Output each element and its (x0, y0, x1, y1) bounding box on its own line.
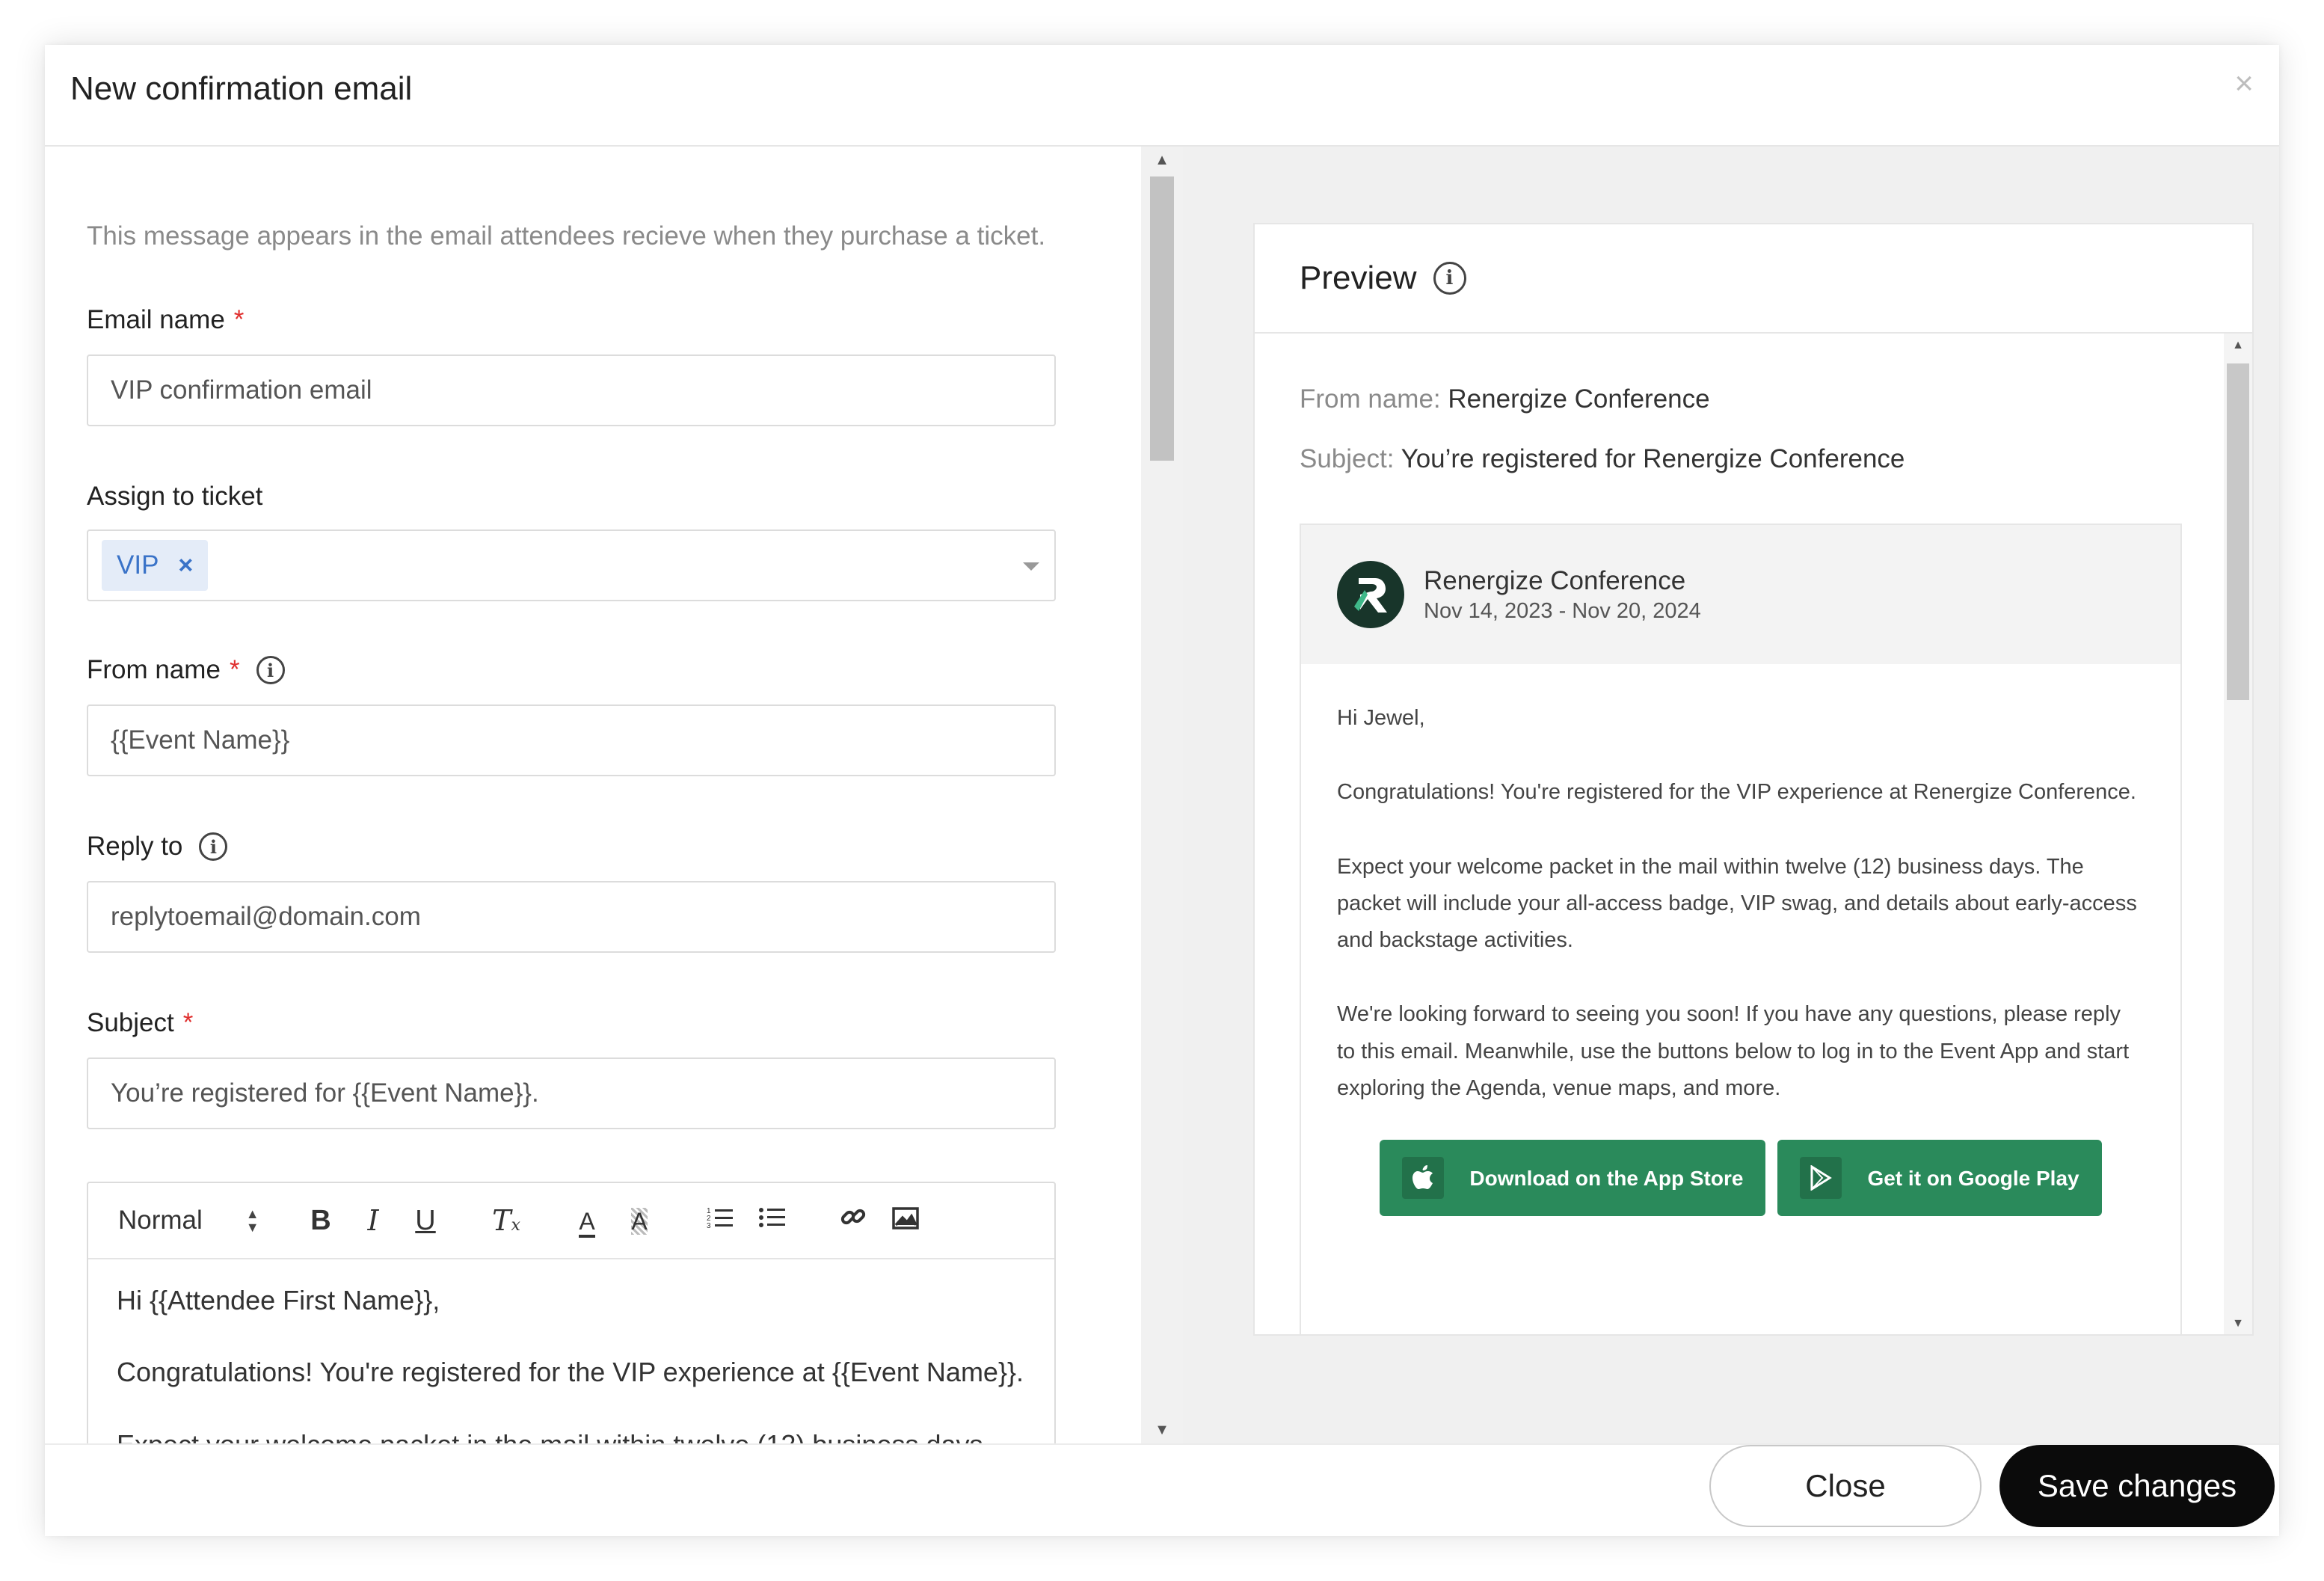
scroll-down-arrow-icon[interactable]: ▼ (2224, 1318, 2252, 1330)
required-marker: * (233, 305, 245, 334)
org-name: Renergize Conference (1424, 565, 1686, 595)
email-editor-modal: New confirmation email × This message ap… (45, 45, 2279, 1536)
email-name-value: VIP confirmation email (111, 375, 372, 405)
reply-to-label-text: Reply to (87, 832, 183, 861)
image-icon[interactable] (879, 1205, 932, 1237)
preview-scrollbar[interactable]: ▲ ▼ (2224, 334, 2252, 1334)
app-store-button[interactable]: Download on the App Store (1380, 1140, 1766, 1217)
email-paragraph: We're looking forward to seeing you soon… (1337, 1002, 2130, 1101)
italic-icon[interactable]: I (347, 1204, 399, 1237)
editor-line: Expect your welcome packet in the mail w… (117, 1426, 1026, 1443)
scroll-up-arrow-icon[interactable]: ▲ (2224, 340, 2252, 351)
subject-label-text: Subject (87, 1008, 174, 1037)
reply-to-input[interactable]: replytoemail@domain.com (87, 881, 1056, 953)
assign-ticket-label-text: Assign to ticket (87, 482, 263, 511)
subject-value: You’re registered for {{Event Name}}. (111, 1078, 539, 1108)
rich-text-editor[interactable]: Normal ▲ ▼ B I U Tx A A 123 Hi {{Attende… (87, 1182, 1056, 1443)
bold-icon[interactable]: B (295, 1205, 347, 1237)
email-paragraph: Expect your welcome packet in the mail w… (1337, 854, 2137, 953)
preview-from-line: From name: Renergize Conference (1300, 384, 1710, 414)
scroll-up-arrow-icon[interactable]: ▲ (1141, 153, 1183, 168)
editor-toolbar: Normal ▲ ▼ B I U Tx A A 123 (88, 1183, 1054, 1259)
modal-footer: Close Save changes (45, 1443, 2279, 1536)
from-value: Renergize Conference (1448, 384, 1710, 414)
preview-header: Preview i (1255, 224, 2252, 334)
modal-header: New confirmation email × (45, 45, 2279, 147)
from-name-input[interactable]: {{Event Name}} (87, 704, 1056, 776)
close-button[interactable]: Close (1709, 1445, 1982, 1527)
save-changes-button[interactable]: Save changes (1999, 1445, 2275, 1527)
google-play-label: Get it on Google Play (1867, 1166, 2079, 1190)
scrollbar-thumb[interactable] (1150, 176, 1174, 461)
bullet-list-icon[interactable] (746, 1205, 799, 1237)
event-logo (1337, 561, 1404, 628)
email-preview: Renergize Conference Nov 14, 2023 - Nov … (1300, 524, 2182, 1334)
from-name-value: {{Event Name}} (111, 725, 290, 755)
highlight-icon[interactable]: A (613, 1205, 665, 1237)
assign-ticket-label: Assign to ticket (87, 482, 262, 512)
reply-to-label: Reply to i (87, 832, 228, 862)
editor-line: Congratulations! You're registered for t… (117, 1357, 1024, 1388)
preview-title: Preview (1300, 260, 1417, 296)
format-select[interactable]: Normal ▲ ▼ (118, 1206, 295, 1235)
chevron-down-icon[interactable] (1023, 562, 1039, 571)
editor-line: Hi {{Attendee First Name}}, (117, 1285, 440, 1316)
from-label: From name: (1300, 384, 1441, 414)
email-body: Hi Jewel, Congratulations! You're regist… (1301, 664, 2180, 1252)
app-store-label: Download on the App Store (1469, 1166, 1744, 1190)
from-name-label-text: From name (87, 655, 221, 684)
play-store-icon (1800, 1157, 1842, 1200)
subject-label: Subject: (1300, 444, 1395, 473)
info-icon[interactable]: i (1433, 262, 1466, 295)
link-icon[interactable] (827, 1203, 879, 1238)
scrollbar-thumb[interactable] (2227, 363, 2249, 700)
apple-icon (1402, 1157, 1445, 1200)
email-org-info: Renergize Conference Nov 14, 2023 - Nov … (1424, 566, 1701, 624)
scroll-down-arrow-icon[interactable]: ▼ (1141, 1422, 1183, 1437)
email-form: This message appears in the email attend… (45, 147, 1141, 1443)
form-intro: This message appears in the email attend… (87, 221, 1046, 251)
ordered-list-icon[interactable]: 123 (694, 1205, 746, 1237)
subject-value: You’re registered for Renergize Conferen… (1401, 444, 1905, 473)
email-name-label-text: Email name (87, 305, 225, 334)
email-header: Renergize Conference Nov 14, 2023 - Nov … (1301, 525, 2180, 664)
email-name-input[interactable]: VIP confirmation email (87, 354, 1056, 426)
event-dates: Nov 14, 2023 - Nov 20, 2024 (1424, 598, 1701, 623)
info-icon[interactable]: i (199, 832, 228, 861)
email-paragraph: Congratulations! You're registered for t… (1337, 780, 2136, 805)
ticket-tag-vip: VIP × (102, 540, 209, 591)
preview-card: Preview i From name: Renergize Conferenc… (1253, 223, 2254, 1336)
email-name-label: Email name * (87, 305, 244, 335)
modal-title: New confirmation email (70, 70, 413, 107)
google-play-button[interactable]: Get it on Google Play (1777, 1140, 2102, 1217)
app-store-buttons: Download on the App Store Get it on Goog… (1337, 1140, 2145, 1217)
svg-text:3: 3 (707, 1222, 711, 1230)
remove-tag-icon[interactable]: × (178, 551, 193, 580)
underline-icon[interactable]: U (399, 1205, 452, 1237)
close-icon[interactable]: × (2234, 67, 2254, 100)
required-marker: * (229, 655, 240, 684)
editor-content[interactable]: Hi {{Attendee First Name}}, Congratulati… (88, 1259, 1054, 1443)
form-scrollbar[interactable]: ▲ ▼ (1141, 147, 1184, 1443)
info-icon[interactable]: i (256, 656, 285, 684)
format-select-value: Normal (118, 1206, 203, 1235)
ticket-tag-label: VIP (117, 550, 159, 580)
select-arrows-icon: ▲ ▼ (245, 1206, 259, 1235)
text-color-icon[interactable]: A (561, 1205, 613, 1238)
preview-subject-line: Subject: You’re registered for Renergize… (1300, 444, 1905, 474)
assign-ticket-select[interactable]: VIP × (87, 529, 1056, 601)
subject-label: Subject * (87, 1008, 193, 1038)
clear-format-icon[interactable]: Tx (480, 1204, 532, 1237)
preview-panel: Preview i From name: Renergize Conferenc… (1183, 147, 2279, 1443)
reply-to-value: replytoemail@domain.com (111, 902, 421, 931)
email-greeting: Hi Jewel, (1337, 706, 1425, 730)
from-name-label: From name * i (87, 655, 285, 685)
required-marker: * (182, 1008, 194, 1037)
subject-input[interactable]: You’re registered for {{Event Name}}. (87, 1057, 1056, 1129)
